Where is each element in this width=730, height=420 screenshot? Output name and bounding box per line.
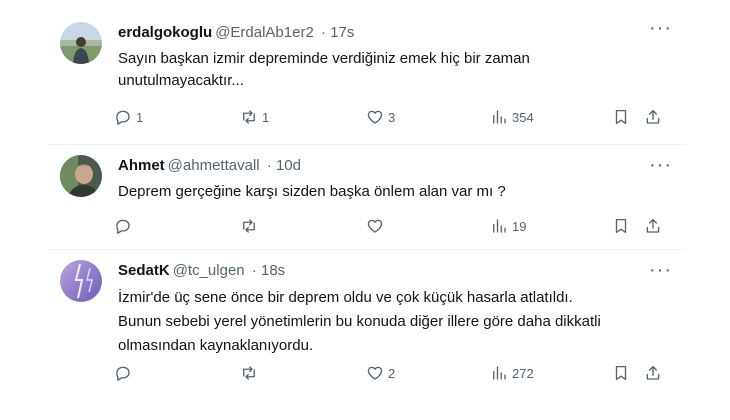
like-button[interactable]: 2 — [366, 362, 395, 384]
views-button[interactable]: 354 — [490, 106, 534, 128]
timestamp[interactable]: · 17s — [321, 24, 354, 41]
avatar[interactable] — [60, 155, 102, 197]
bookmark-icon — [615, 365, 627, 381]
bookmark-button[interactable] — [612, 362, 630, 384]
tweet-text: Sayın başkan izmir depreminde verdiğiniz… — [118, 50, 530, 89]
views-count: 354 — [512, 109, 534, 125]
timestamp[interactable]: · 18s — [252, 262, 285, 279]
views-icon — [493, 219, 506, 233]
like-icon — [367, 219, 383, 233]
like-count: 2 — [388, 365, 396, 381]
retweet-button[interactable] — [240, 362, 262, 384]
bookmark-icon — [615, 109, 627, 125]
bookmark-button[interactable] — [612, 215, 630, 237]
display-name[interactable]: erdalgokoglu — [118, 24, 212, 41]
retweet-button[interactable] — [240, 215, 262, 237]
like-button[interactable]: 3 — [366, 106, 395, 128]
timestamp[interactable]: · 10d — [267, 157, 301, 174]
tweet[interactable]: SedatK @tc_ulgen · 18s ··· İzmir'de üç se… — [48, 250, 686, 400]
tweet-header: SedatK @tc_ulgen · 18s — [118, 262, 285, 279]
tweet[interactable]: Ahmet @ahmettavall · 10d ··· Deprem gerçe… — [48, 145, 686, 250]
share-icon — [646, 365, 660, 380]
avatar[interactable] — [60, 260, 102, 302]
retweet-button[interactable]: 1 — [240, 106, 269, 128]
like-button[interactable] — [366, 215, 388, 237]
views-icon — [493, 366, 506, 380]
tweet-actions: 1 1 3 354 — [112, 106, 672, 128]
tweet-actions: 2 272 — [112, 362, 672, 384]
retweet-icon — [243, 366, 255, 380]
user-handle[interactable]: @ahmettavall — [168, 157, 260, 174]
more-icon[interactable]: ··· — [649, 18, 672, 38]
reply-icon — [116, 219, 130, 234]
views-button[interactable]: 19 — [490, 215, 526, 237]
avatar[interactable] — [60, 22, 102, 64]
views-icon — [493, 110, 506, 124]
views-button[interactable]: 272 — [490, 362, 534, 384]
views-count: 272 — [512, 365, 534, 381]
tweet-header: Ahmet @ahmettavall · 10d — [118, 157, 301, 174]
like-icon — [367, 110, 383, 124]
tweet-text: Deprem gerçeğine karşı sizden başka önle… — [118, 183, 506, 200]
tweet[interactable]: erdalgokoglu @ErdalAb1er2 · 17s ··· Sayın… — [48, 8, 686, 145]
reply-icon — [116, 110, 130, 125]
user-handle[interactable]: @ErdalAb1er2 — [215, 24, 314, 41]
share-button[interactable] — [644, 106, 662, 128]
reply-icon — [116, 366, 130, 381]
bookmark-button[interactable] — [612, 106, 630, 128]
retweet-count: 1 — [262, 109, 270, 125]
share-button[interactable] — [644, 362, 662, 384]
retweet-icon — [243, 110, 255, 124]
retweet-icon — [243, 219, 255, 233]
views-count: 19 — [512, 218, 527, 234]
more-icon[interactable]: ··· — [649, 260, 672, 280]
reply-button[interactable] — [114, 215, 136, 237]
reply-button[interactable] — [114, 362, 136, 384]
reply-button[interactable]: 1 — [114, 106, 143, 128]
display-name[interactable]: SedatK — [118, 262, 170, 279]
share-icon — [646, 218, 660, 233]
like-icon — [367, 366, 383, 380]
tweet-header: erdalgokoglu @ErdalAb1er2 · 17s — [118, 24, 354, 41]
more-icon[interactable]: ··· — [649, 155, 672, 175]
tweet-text: İzmir'de üç sene önce bir deprem oldu ve… — [118, 289, 601, 354]
bookmark-icon — [615, 218, 627, 234]
tweet-actions: 19 — [112, 215, 672, 237]
share-icon — [646, 109, 660, 124]
reply-count: 1 — [136, 109, 144, 125]
display-name[interactable]: Ahmet — [118, 157, 165, 174]
user-handle[interactable]: @tc_ulgen — [173, 262, 245, 279]
share-button[interactable] — [644, 215, 662, 237]
like-count: 3 — [388, 109, 396, 125]
